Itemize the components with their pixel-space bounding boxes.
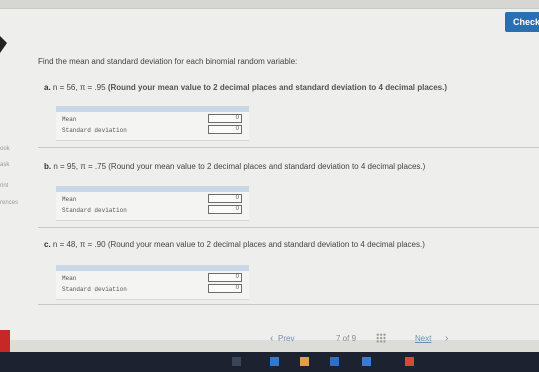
side-red-tab[interactable] — [0, 330, 10, 352]
rounding-note: (Round your mean value to 2 decimal plac… — [107, 240, 425, 249]
mean-input[interactable]: 0 — [208, 114, 242, 123]
std-dev-input[interactable]: 0 — [208, 125, 242, 134]
prev-link[interactable]: Prev — [278, 334, 294, 343]
part-a-answer-table: Mean 0 Standard deviation 0 — [56, 106, 249, 141]
sidebar-item-print[interactable]: rint — [0, 183, 8, 189]
part-b-answer-table: Mean 0 Standard deviation 0 — [56, 186, 249, 221]
taskbar-store-icon[interactable] — [330, 357, 339, 366]
part-letter: c. — [44, 240, 51, 249]
chevron-right-icon[interactable]: › — [445, 333, 448, 344]
question-marker-icon — [0, 36, 7, 53]
std-dev-input[interactable]: 0 — [208, 205, 242, 214]
part-params: n = 95, π = .75 — [53, 162, 107, 171]
grid-icon[interactable] — [376, 333, 386, 343]
sidebar-item-references[interactable]: rences — [0, 200, 18, 206]
question-instruction: Find the mean and standard deviation for… — [38, 57, 298, 66]
part-params: n = 48, π = .90 — [52, 240, 106, 249]
sidebar-item-ebook[interactable]: ook — [0, 146, 10, 152]
divider — [38, 147, 539, 148]
divider — [38, 227, 539, 228]
rounding-note: (Round your mean value to 2 decimal plac… — [108, 162, 426, 171]
next-link[interactable]: Next — [415, 334, 431, 343]
taskbar-folder-icon[interactable] — [300, 357, 309, 366]
part-params: n = 56, π = .95 — [52, 83, 106, 92]
part-b-prompt: b. n = 95, π = .75 (Round your mean valu… — [44, 162, 425, 171]
rounding-note: (Round your mean value to 2 decimal plac… — [107, 83, 448, 92]
std-dev-input[interactable]: 0 — [208, 284, 242, 293]
taskbar-app-icon[interactable] — [232, 357, 241, 366]
std-dev-label: Standard deviation — [62, 286, 127, 293]
taskbar-edge-icon[interactable] — [270, 357, 279, 366]
sidebar-item-ask[interactable]: ask — [0, 162, 9, 168]
part-letter: a. — [44, 83, 51, 92]
std-dev-label: Standard deviation — [62, 127, 127, 134]
check-my-work-button[interactable]: Check — [505, 12, 539, 32]
taskbar-media-icon[interactable] — [405, 357, 414, 366]
mean-label: Mean — [62, 196, 77, 203]
divider — [38, 304, 539, 305]
std-dev-label: Standard deviation — [62, 207, 127, 214]
mean-input[interactable]: 0 — [208, 194, 242, 203]
browser-top-bar — [0, 0, 539, 9]
part-a-prompt: a. n = 56, π = .95 (Round your mean valu… — [44, 83, 447, 92]
question-position: 7 of 9 — [336, 334, 357, 343]
part-c-prompt: c. n = 48, π = .90 (Round your mean valu… — [44, 240, 425, 249]
mean-input[interactable]: 0 — [208, 273, 242, 282]
mean-label: Mean — [62, 275, 77, 282]
taskbar-dropbox-icon[interactable] — [362, 357, 371, 366]
chevron-left-icon[interactable]: ‹ — [270, 333, 273, 344]
assignment-page: Check ook ask rint rences Find the mean … — [0, 0, 539, 352]
mean-label: Mean — [62, 116, 77, 123]
part-letter: b. — [44, 162, 52, 171]
part-c-answer-table: Mean 0 Standard deviation 0 — [56, 265, 249, 300]
